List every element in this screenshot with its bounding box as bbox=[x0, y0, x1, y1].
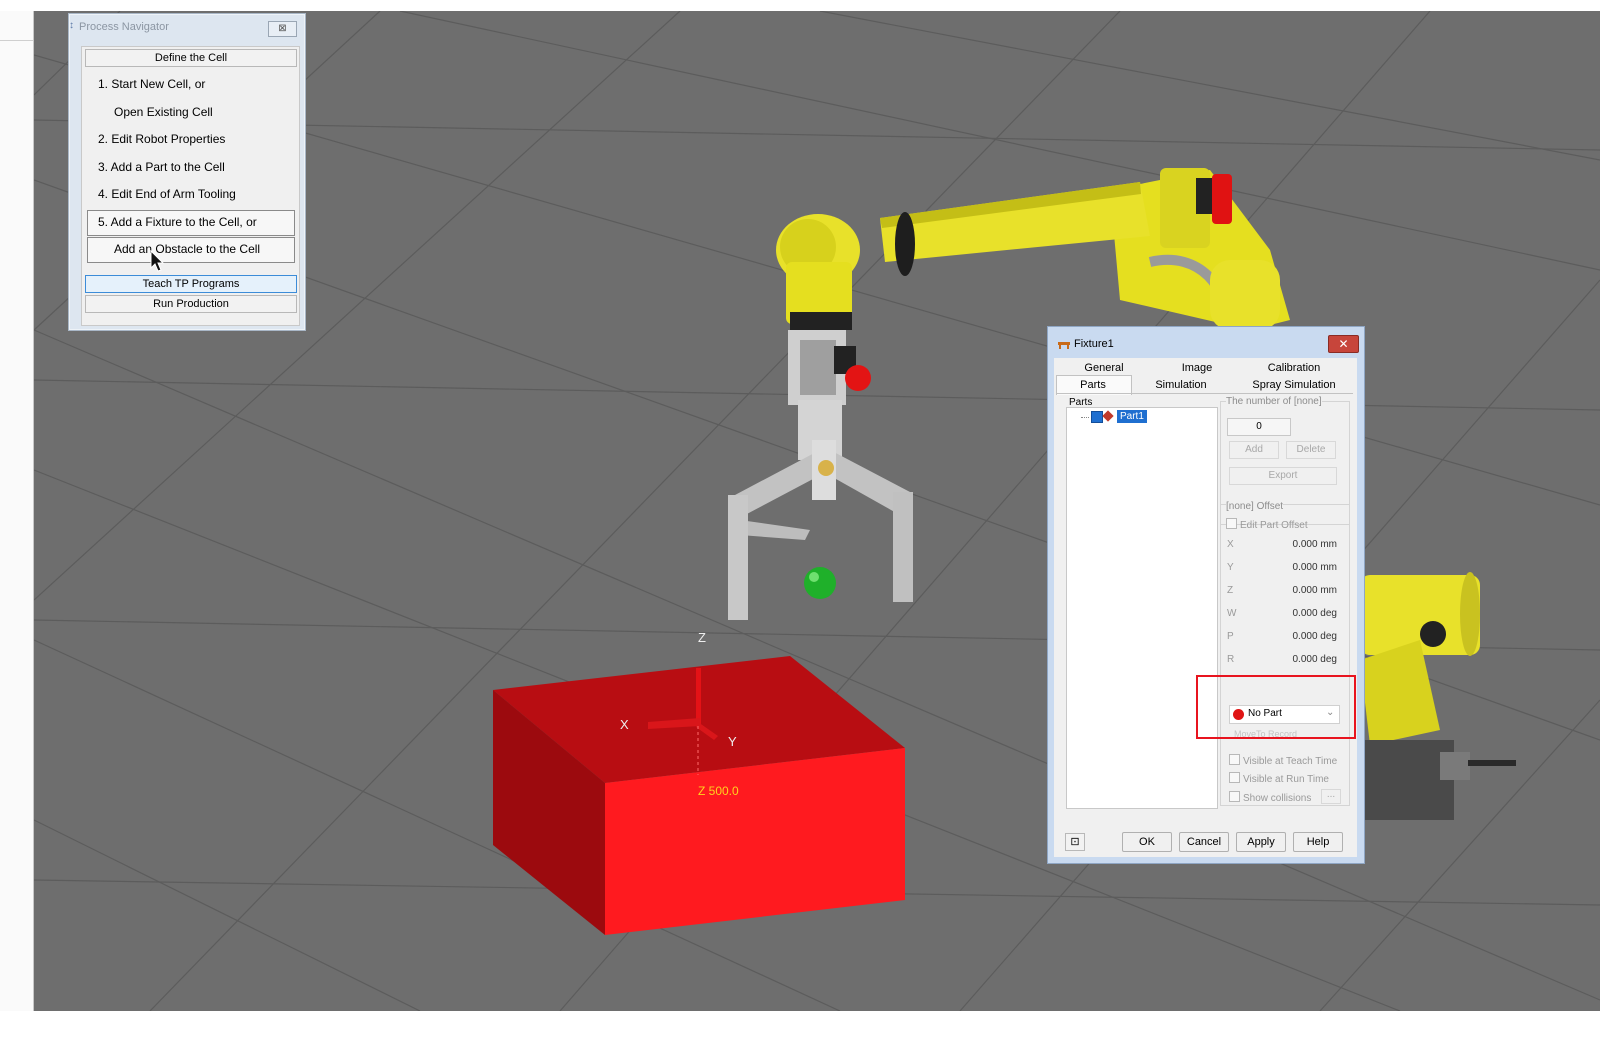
part-count-field[interactable]: 0 bbox=[1227, 418, 1291, 436]
step-edit-robot-properties[interactable]: 2. Edit Robot Properties bbox=[98, 132, 225, 146]
offset-w-label: W bbox=[1227, 608, 1237, 619]
offset-group-label: [none] Offset bbox=[1226, 501, 1284, 512]
checkbox-checked-icon[interactable] bbox=[1091, 411, 1103, 423]
offset-z-value[interactable]: 0.000 mm bbox=[1258, 585, 1337, 596]
fixture-icon bbox=[1058, 342, 1070, 349]
help-button[interactable]: Help bbox=[1293, 832, 1343, 852]
mouse-cursor-icon bbox=[150, 250, 165, 272]
ok-button[interactable]: OK bbox=[1122, 832, 1172, 852]
step-edit-eoat[interactable]: 4. Edit End of Arm Tooling bbox=[98, 187, 236, 201]
show-collisions-label: Show collisions bbox=[1243, 793, 1312, 804]
offset-w-value[interactable]: 0.000 deg bbox=[1258, 608, 1338, 619]
visible-teach-label: Visible at Teach Time bbox=[1243, 756, 1338, 767]
lock-icon[interactable]: ⊡ bbox=[1065, 833, 1085, 851]
tab-general[interactable]: General bbox=[1074, 360, 1134, 376]
collisions-settings-button[interactable]: ... bbox=[1321, 789, 1341, 804]
number-group-label: The number of [none] bbox=[1226, 396, 1322, 407]
left-panel bbox=[0, 11, 34, 1011]
left-panel-divider bbox=[0, 40, 33, 41]
robot-arm bbox=[776, 168, 1290, 330]
offset-r-label: R bbox=[1227, 654, 1235, 665]
delete-button[interactable]: Delete bbox=[1286, 441, 1336, 459]
navigator-icon: ↕ bbox=[69, 20, 74, 31]
export-button[interactable]: Export bbox=[1229, 467, 1337, 485]
tab-spray-simulation[interactable]: Spray Simulation bbox=[1244, 377, 1344, 393]
offset-y-value[interactable]: 0.000 mm bbox=[1258, 562, 1337, 573]
offset-p-value[interactable]: 0.000 deg bbox=[1258, 631, 1338, 642]
define-cell-button[interactable]: Define the Cell bbox=[85, 49, 297, 67]
tab-calibration[interactable]: Calibration bbox=[1254, 360, 1334, 376]
robot-base bbox=[1360, 572, 1516, 820]
step-open-existing-cell[interactable]: Open Existing Cell bbox=[114, 105, 213, 119]
gripper bbox=[728, 330, 913, 620]
add-button[interactable]: Add bbox=[1229, 441, 1279, 459]
visible-run-label: Visible at Run Time bbox=[1243, 774, 1329, 785]
tree-item-part1[interactable]: Part1 bbox=[1117, 410, 1147, 423]
step-add-obstacle[interactable]: Add an Obstacle to the Cell bbox=[114, 242, 260, 256]
offset-r-value[interactable]: 0.000 deg bbox=[1258, 654, 1338, 665]
show-collisions-checkbox[interactable]: Show collisions bbox=[1229, 791, 1311, 804]
apply-button[interactable]: Apply bbox=[1236, 832, 1286, 852]
offset-x-value[interactable]: 0.000 mm bbox=[1258, 539, 1337, 550]
offset-z-label: Z bbox=[1227, 585, 1234, 596]
fixture-dialog[interactable]: Fixture1 ✕ General Image Calibration Par… bbox=[1047, 326, 1365, 864]
step-add-fixture[interactable]: 5. Add a Fixture to the Cell, or bbox=[98, 215, 257, 229]
tab-image[interactable]: Image bbox=[1167, 360, 1227, 376]
edit-part-offset-checkbox[interactable]: Edit Part Offset bbox=[1226, 518, 1308, 531]
navigator-panel: Define the Cell 1. Start New Cell, or Op… bbox=[81, 46, 300, 326]
axis-z-label: Z bbox=[698, 630, 706, 645]
part-icon bbox=[1102, 410, 1114, 422]
cancel-button[interactable]: Cancel bbox=[1179, 832, 1229, 852]
step-start-new-cell[interactable]: 1. Start New Cell, or bbox=[98, 77, 205, 91]
process-navigator-title: Process Navigator bbox=[79, 21, 169, 33]
step-add-part[interactable]: 3. Add a Part to the Cell bbox=[98, 160, 225, 174]
dialog-close-button[interactable]: ✕ bbox=[1328, 335, 1359, 353]
offset-y-label: Y bbox=[1227, 562, 1234, 573]
axis-x-label: X bbox=[620, 717, 629, 732]
visible-run-checkbox[interactable]: Visible at Run Time bbox=[1229, 772, 1329, 785]
teach-tp-programs-button[interactable]: Teach TP Programs bbox=[85, 275, 297, 293]
visible-teach-checkbox[interactable]: Visible at Teach Time bbox=[1229, 754, 1337, 767]
z-readout: Z 500.0 bbox=[698, 784, 739, 798]
close-button[interactable]: ⊠ bbox=[268, 21, 297, 37]
axis-y-label: Y bbox=[728, 734, 737, 749]
fixture-dialog-body: General Image Calibration Parts Simulati… bbox=[1054, 358, 1357, 857]
tab-simulation[interactable]: Simulation bbox=[1146, 377, 1216, 393]
highlight-annotation-box bbox=[1196, 675, 1356, 739]
offset-x-label: X bbox=[1227, 539, 1234, 550]
run-production-button[interactable]: Run Production bbox=[85, 295, 297, 313]
process-navigator-window[interactable]: ↕ Process Navigator ⊠ Define the Cell 1.… bbox=[68, 13, 306, 331]
tab-parts[interactable]: Parts bbox=[1063, 377, 1123, 393]
parts-tree[interactable]: Part1 bbox=[1066, 407, 1218, 809]
edit-part-offset-label: Edit Part Offset bbox=[1240, 520, 1308, 531]
fixture-dialog-title: Fixture1 bbox=[1074, 338, 1114, 350]
tab-divider bbox=[1056, 393, 1353, 394]
offset-p-label: P bbox=[1227, 631, 1234, 642]
tree-connector bbox=[1081, 417, 1089, 418]
